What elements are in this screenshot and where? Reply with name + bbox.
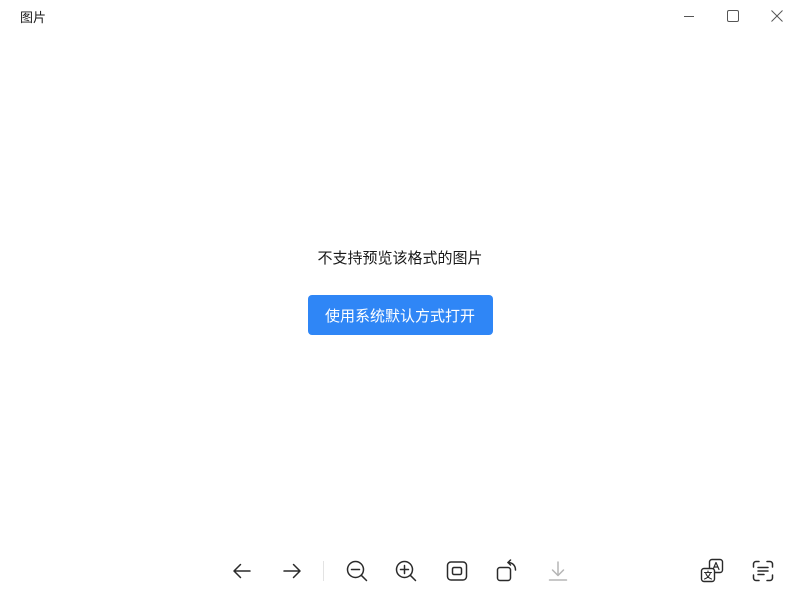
rotate-button[interactable] [488, 552, 526, 590]
arrow-left-icon [233, 563, 251, 579]
minimize-icon [684, 16, 694, 17]
fit-window-icon [446, 561, 468, 581]
fit-to-window-button[interactable] [438, 552, 476, 590]
translate-icon [700, 558, 724, 583]
rotate-icon [496, 559, 517, 582]
toolbar-divider [323, 561, 324, 581]
unsupported-preview-panel: 不支持预览该格式的图片 使用系统默认方式打开 [0, 246, 800, 335]
translate-button[interactable] [693, 552, 731, 590]
bottom-toolbar [0, 552, 800, 590]
window-title: 图片 [20, 11, 47, 26]
close-icon [771, 10, 783, 22]
maximize-icon [727, 10, 739, 22]
ocr-scan-icon [752, 560, 774, 582]
minimize-button[interactable] [666, 0, 712, 32]
download-icon [548, 561, 568, 581]
previous-image-button[interactable] [223, 552, 261, 590]
zoom-in-button[interactable] [387, 552, 425, 590]
open-with-default-app-button[interactable]: 使用系统默认方式打开 [307, 295, 493, 335]
title-bar: 图片 [0, 0, 800, 40]
ocr-text-recognition-button[interactable] [744, 552, 782, 590]
zoom-out-icon [346, 560, 368, 582]
zoom-in-icon [395, 560, 417, 582]
unsupported-format-message: 不支持预览该格式的图片 [317, 249, 483, 267]
close-button[interactable] [754, 0, 800, 32]
image-viewer-window: 图片 不支持预览该格式的图片 使用系统默认方式打开 [0, 0, 800, 600]
zoom-out-button[interactable] [338, 552, 376, 590]
arrow-right-icon [283, 563, 301, 579]
maximize-button[interactable] [710, 0, 756, 32]
next-image-button[interactable] [273, 552, 311, 590]
download-button[interactable] [539, 552, 577, 590]
